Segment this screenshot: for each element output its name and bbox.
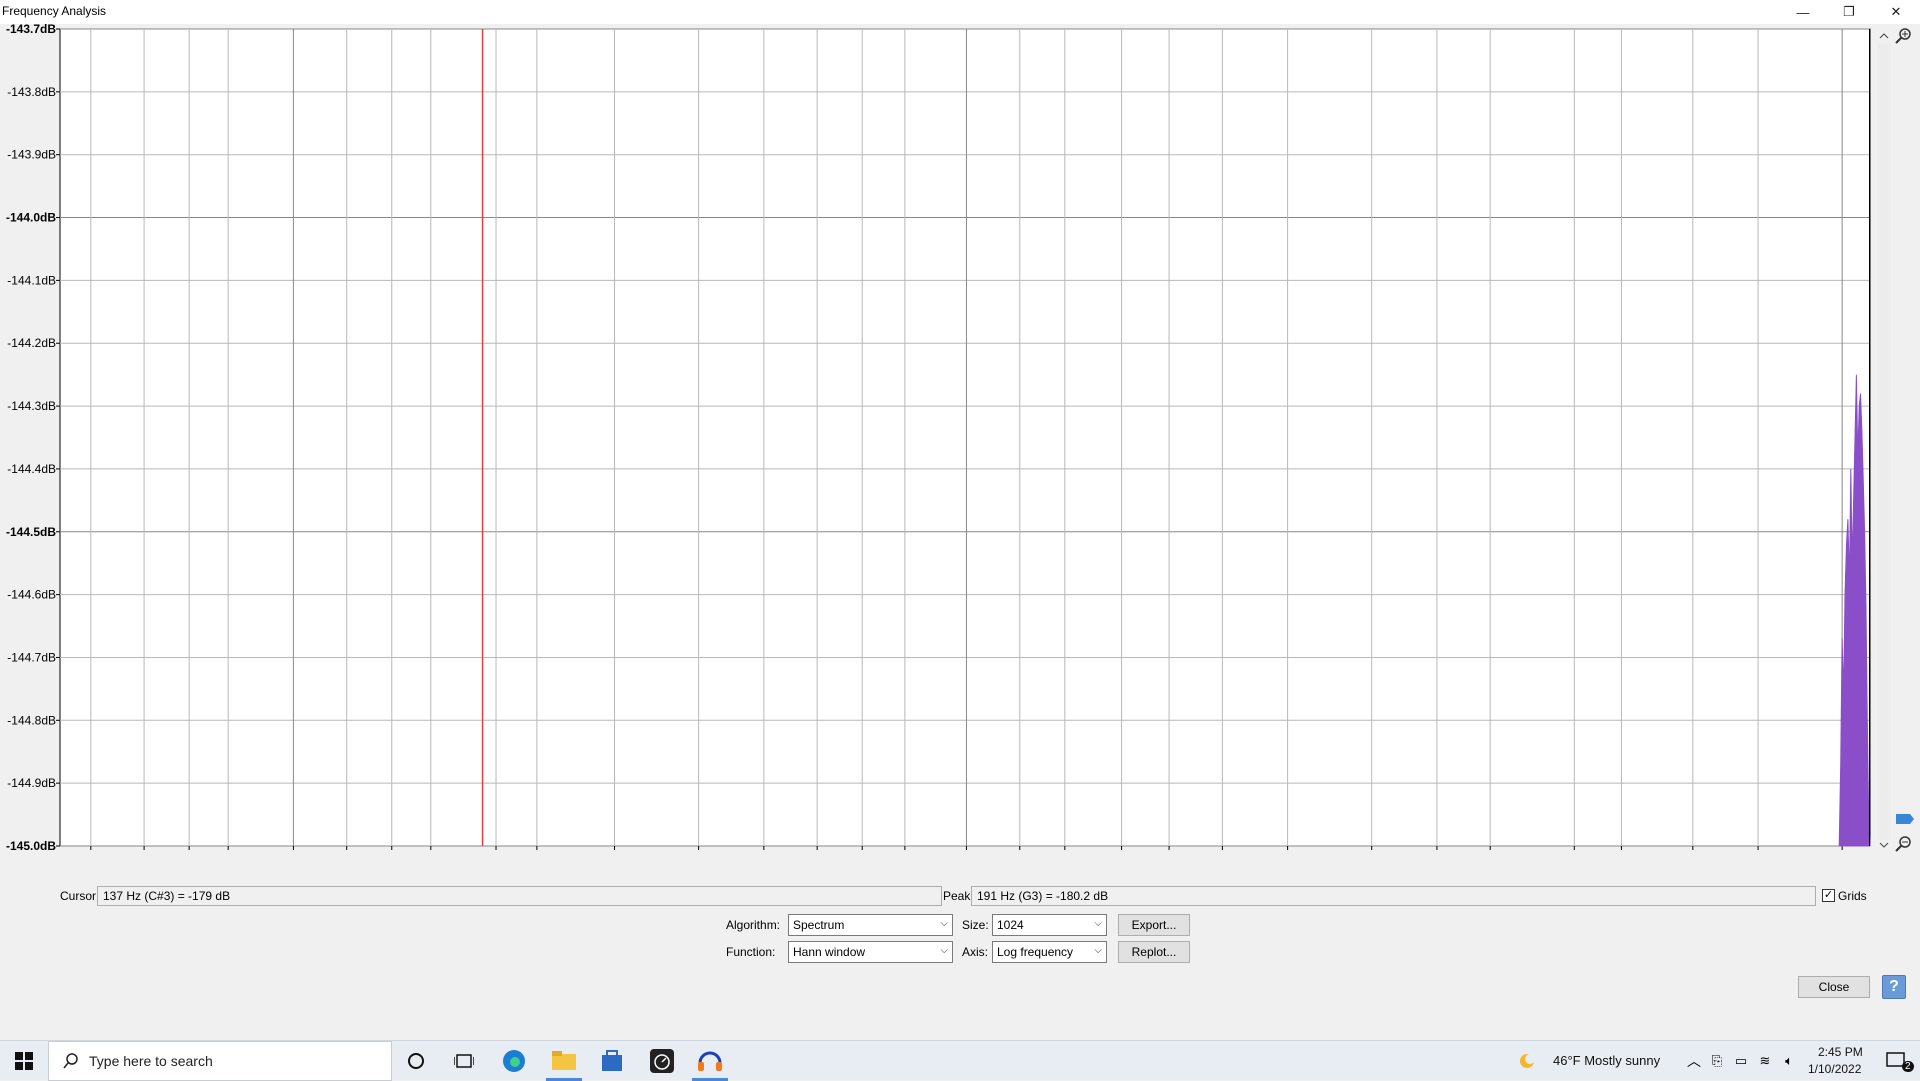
- help-button[interactable]: ?: [1882, 975, 1906, 999]
- replot-button[interactable]: Replot...: [1118, 941, 1190, 963]
- y-tick-label: -143.8dB: [7, 85, 56, 99]
- notification-center-button[interactable]: 2: [1874, 1041, 1920, 1081]
- plot-background: [59, 28, 1871, 847]
- network-button[interactable]: ≋: [1754, 1041, 1776, 1081]
- windows-logo-icon: [15, 1052, 33, 1070]
- folder-icon: [552, 1051, 576, 1070]
- axis-label: Axis:: [962, 945, 989, 959]
- controls-panel: Cursor: 137 Hz (C#3) = -179 dB Peak: 191…: [0, 853, 1920, 1015]
- close-button[interactable]: Close: [1798, 976, 1870, 998]
- taskbar-search-box[interactable]: Type here to search: [48, 1041, 392, 1081]
- windows-taskbar: Type here to search 46°F Mostly sunny ︿ …: [0, 1040, 1920, 1081]
- clock-time[interactable]: 2:45 PM: [1818, 1045, 1863, 1059]
- grids-checkbox[interactable]: ✓: [1822, 889, 1835, 902]
- store-button[interactable]: [588, 1041, 636, 1081]
- peak-readout: 191 Hz (G3) = -180.2 dB: [971, 886, 1816, 906]
- algorithm-value: Spectrum: [793, 918, 845, 932]
- peak-label: Peak:: [943, 889, 974, 903]
- y-tick-label: -143.9dB: [7, 148, 56, 162]
- chevron-down-icon: ⌵: [940, 945, 948, 956]
- show-hidden-icons-button[interactable]: ︿: [1684, 1041, 1704, 1081]
- close-window-button[interactable]: ✕: [1872, 0, 1920, 24]
- task-view-button[interactable]: [440, 1041, 488, 1081]
- wifi-icon: ≋: [1759, 1053, 1771, 1068]
- zoom-in-icon[interactable]: [1895, 28, 1911, 44]
- checkmark-icon: ✓: [1823, 889, 1834, 901]
- weather-widget-icon-wrap[interactable]: [1512, 1041, 1542, 1081]
- chevron-up-icon: ︿: [1687, 1053, 1701, 1069]
- store-bag-icon: [602, 1050, 622, 1071]
- audacity-headphones-icon: [698, 1051, 722, 1071]
- axis-select[interactable]: Log frequency ⌵: [992, 941, 1107, 963]
- notification-count: 2: [1902, 1061, 1914, 1072]
- search-placeholder: Type here to search: [89, 1053, 213, 1069]
- battery-button[interactable]: ▭: [1730, 1041, 1752, 1081]
- y-tick-label: -144.8dB: [7, 713, 56, 727]
- spectrum-plot-area: -143.7dB -143.8dB -143.9dB -144.0dB -144.1dB…: [0, 24, 1920, 853]
- function-label: Function:: [726, 945, 776, 959]
- chevron-down-icon: ⌵: [1094, 945, 1102, 956]
- edge-icon: [503, 1050, 525, 1072]
- restore-icon: ❐: [1843, 4, 1855, 19]
- y-tick-label: -144.7dB: [7, 650, 56, 664]
- size-value: 1024: [997, 918, 1024, 932]
- y-tick-label: -144.2dB: [7, 336, 56, 350]
- vertical-zoom-tools: [1876, 24, 1920, 853]
- close-icon: ✕: [1890, 4, 1902, 19]
- volume-button[interactable]: 🔈︎: [1778, 1041, 1800, 1081]
- y-tick-label: -144.1dB: [7, 273, 56, 287]
- minimize-icon: —: [1796, 4, 1810, 20]
- edge-browser-button[interactable]: [490, 1041, 538, 1081]
- speedometer-app-button[interactable]: [638, 1041, 686, 1081]
- algorithm-select[interactable]: Spectrum ⌵: [788, 914, 953, 936]
- cortana-button[interactable]: [392, 1041, 440, 1081]
- chevron-down-icon: ⌵: [1094, 918, 1102, 929]
- vertical-slider-handle[interactable]: [1896, 814, 1914, 824]
- y-tick-label: -144.6dB: [7, 588, 56, 602]
- vertical-scrollbar[interactable]: [1877, 44, 1891, 840]
- window-title: Frequency Analysis: [2, 4, 107, 18]
- speaker-icon: 🔈︎: [1785, 1053, 1793, 1068]
- grids-label: Grids: [1838, 889, 1867, 903]
- scroll-down-icon[interactable]: [1879, 842, 1889, 848]
- size-label: Size:: [962, 918, 989, 932]
- zoom-out-icon[interactable]: [1895, 836, 1911, 852]
- function-value: Hann window: [793, 945, 866, 959]
- gauge-icon: [650, 1049, 674, 1073]
- clock-date[interactable]: 1/10/2022: [1808, 1062, 1861, 1076]
- camera-icon: ⎘: [1711, 1053, 1723, 1068]
- search-icon: [63, 1053, 78, 1069]
- plot-right-border: [1869, 29, 1870, 846]
- y-tick-label: -144.0dB: [6, 211, 56, 225]
- cursor-readout: 137 Hz (C#3) = -179 dB: [97, 886, 942, 906]
- meet-now-button[interactable]: ⎘: [1706, 1041, 1728, 1081]
- spectrum-chart[interactable]: -143.7dB -143.8dB -143.9dB -144.0dB -144.1dB…: [0, 24, 1876, 853]
- audacity-button[interactable]: [686, 1041, 734, 1081]
- scroll-up-icon[interactable]: [1879, 33, 1889, 39]
- y-tick-label: -144.3dB: [7, 399, 56, 413]
- battery-icon: ▭: [1734, 1053, 1748, 1068]
- function-select[interactable]: Hann window ⌵: [788, 941, 953, 963]
- minimize-button[interactable]: —: [1780, 0, 1826, 24]
- algorithm-label: Algorithm:: [726, 918, 781, 932]
- y-tick-label: -144.9dB: [7, 776, 56, 790]
- cortana-circle-icon: [408, 1053, 424, 1069]
- cursor-label: Cursor:: [60, 889, 100, 903]
- task-view-icon: [454, 1054, 474, 1068]
- axis-value: Log frequency: [997, 945, 1074, 959]
- export-button[interactable]: Export...: [1118, 914, 1190, 936]
- y-tick-label: -143.7dB: [6, 24, 56, 36]
- help-icon: ?: [1889, 978, 1899, 995]
- y-tick-label: -144.5dB: [6, 525, 56, 539]
- size-select[interactable]: 1024 ⌵: [992, 914, 1107, 936]
- window-titlebar: Frequency Analysis — ❐ ✕: [0, 0, 1920, 24]
- restore-button[interactable]: ❐: [1826, 0, 1872, 24]
- chevron-down-icon: ⌵: [940, 918, 948, 929]
- file-explorer-button[interactable]: [540, 1041, 588, 1081]
- weather-text[interactable]: 46°F Mostly sunny: [1553, 1053, 1660, 1068]
- sun-cloud-icon: [1520, 1054, 1535, 1068]
- y-tick-label: -144.4dB: [7, 462, 56, 476]
- y-tick-label: -145.0dB: [6, 839, 56, 853]
- start-button[interactable]: [0, 1041, 48, 1081]
